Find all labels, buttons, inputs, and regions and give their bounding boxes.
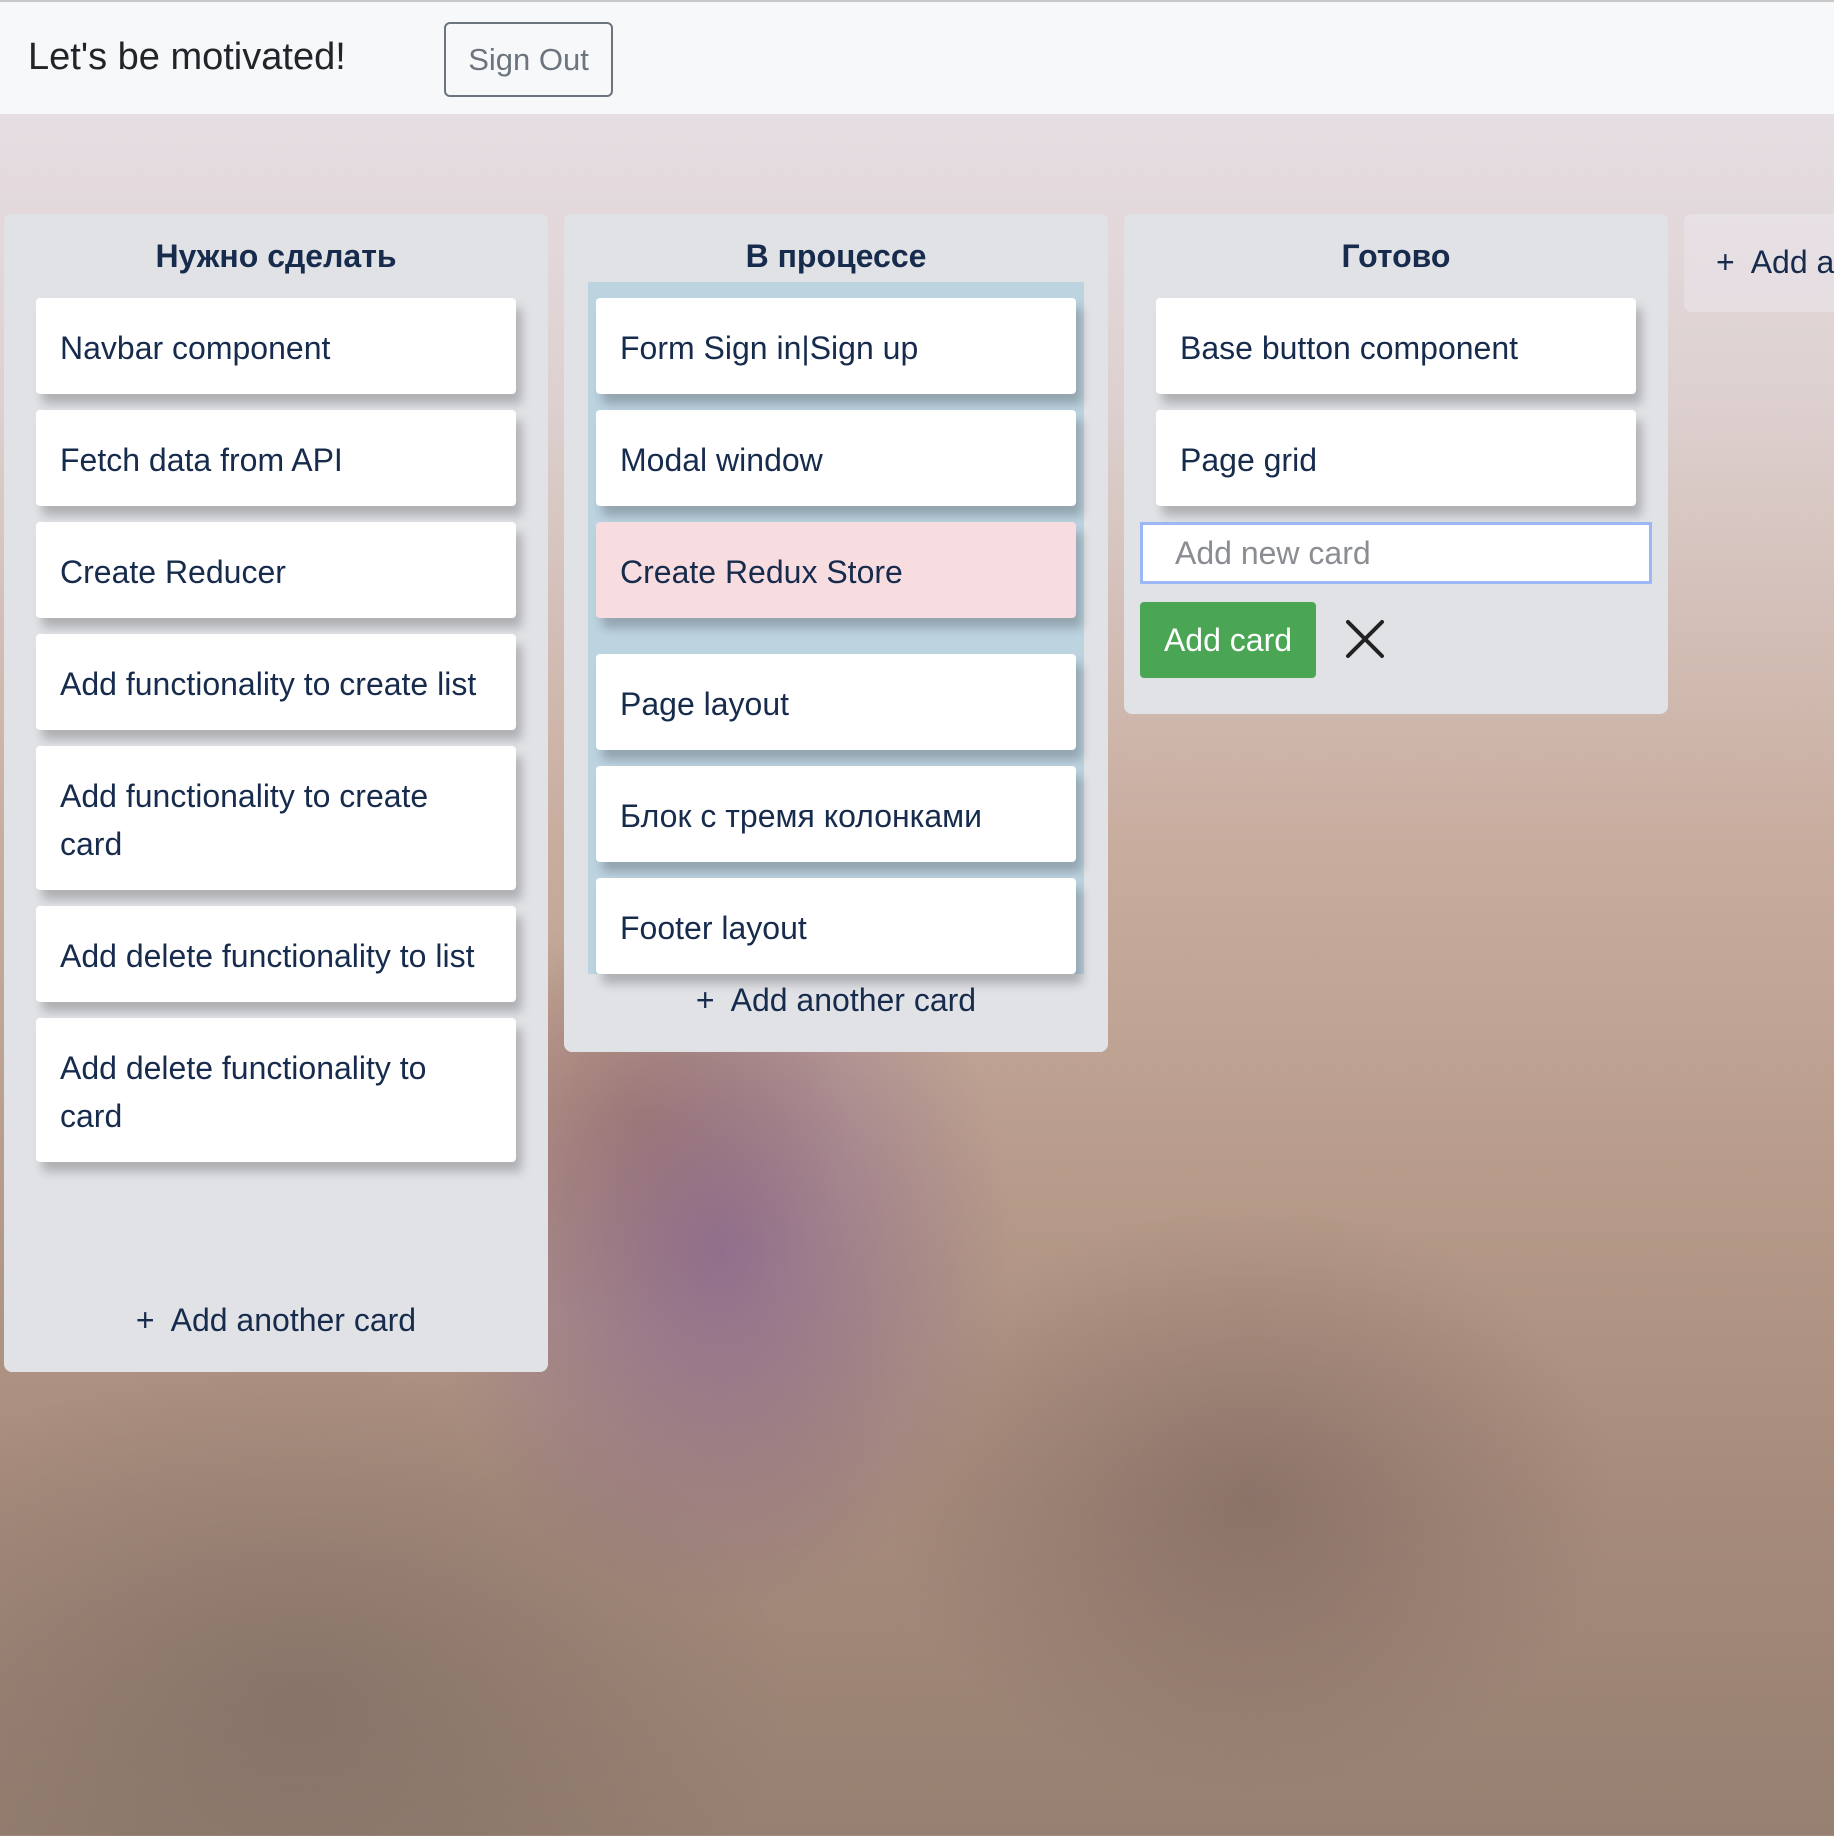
card[interactable]: Base button component [1156,298,1636,394]
brand-title: Let's be motivated! [28,36,346,78]
plus-icon: + [1716,244,1735,280]
add-another-card-label: Add another card [730,982,977,1018]
card[interactable]: Add functionality to create list [36,634,516,730]
card[interactable]: Fetch data from API [36,410,516,506]
add-another-card-button[interactable]: + Add another card [564,982,1108,1019]
navbar: Let's be motivated! Sign Out [0,0,1834,114]
card[interactable]: Page grid [1156,410,1636,506]
plus-icon: + [135,1302,155,1338]
card-dragging[interactable]: Create Redux Store [596,522,1076,618]
card[interactable]: Footer layout [596,878,1076,974]
add-card-button[interactable]: Add card [1140,602,1316,678]
close-icon[interactable] [1342,616,1388,662]
card[interactable]: Create Reducer [36,522,516,618]
add-another-card-label: Add another card [170,1302,417,1338]
card[interactable]: Add functionality to create card [36,746,516,890]
card[interactable]: Form Sign in|Sign up [596,298,1076,394]
add-another-card-button[interactable]: + Add another card [4,1302,548,1339]
list-title: В процессе [745,238,927,274]
add-list-button[interactable]: + Add a [1684,214,1834,312]
sign-out-button[interactable]: Sign Out [444,22,613,97]
list-todo: Нужно сделать Navbar component Fetch dat… [4,214,548,1372]
card[interactable]: Navbar component [36,298,516,394]
card[interactable]: Add delete functionality to list [36,906,516,1002]
card[interactable]: Page layout [596,654,1076,750]
plus-icon: + [695,982,715,1018]
card[interactable]: Блок с тремя колонками [596,766,1076,862]
add-list-label: Add a [1750,244,1834,280]
list-title: Готово [1341,238,1451,274]
list-in-progress: В процессе Form Sign in|Sign up Modal wi… [564,214,1108,1052]
list-title: Нужно сделать [155,238,397,274]
list-done: Готово Base button component Page grid A… [1124,214,1668,714]
card[interactable]: Add delete functionality to card [36,1018,516,1162]
new-card-input[interactable] [1140,522,1652,584]
card[interactable]: Modal window [596,410,1076,506]
